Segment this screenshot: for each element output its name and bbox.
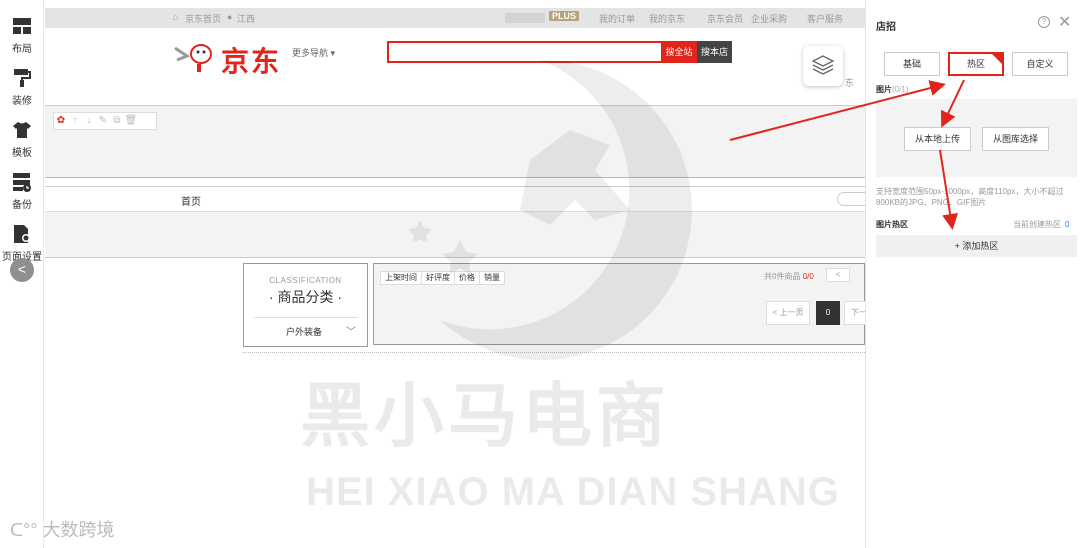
app-root: 布局 装修 模板 备份 页面设置 < ⌂ 京东首页 ● 江西 PLUS 我的订单 (0, 0, 1080, 548)
jd-dog-logo-icon (174, 44, 212, 72)
move-down-icon[interactable]: ↓ (82, 113, 96, 129)
topbar-link-enterprise[interactable]: 企业采购 (751, 12, 787, 25)
topbar-link-myjd[interactable]: 我的京东 (649, 12, 685, 25)
collapse-rail-button[interactable]: < (10, 258, 34, 282)
settings-panel: 店招 ? ✕ 基础 热区 自定义 图片(0/1) 从本地上传 从图库选择 支持宽… (865, 0, 1080, 548)
category-title-cn: · 商品分类 · (268, 289, 343, 305)
rail-item-label: 装修 (12, 96, 32, 107)
jd-home-link[interactable]: 京东首页 (185, 12, 221, 25)
topbar-link-service[interactable]: 客户服务 (807, 12, 843, 25)
shop-nav-bar: 首页 (45, 186, 865, 212)
tab-hotzone[interactable]: 热区 (948, 52, 1004, 76)
upload-library-button[interactable]: 从图库选择 (982, 127, 1050, 151)
sort-tabs: 上架时间 好评度 价格 销量 (380, 269, 505, 285)
search-input[interactable] (387, 41, 663, 63)
close-icon[interactable]: ✕ (1058, 12, 1071, 32)
topbar-link-orders[interactable]: 我的订单 (599, 12, 635, 25)
image-section-label: 图片(0/1) (876, 84, 908, 95)
header-right-text: 东 (845, 78, 855, 88)
copy-icon[interactable]: ⧉ (110, 113, 124, 129)
tab-custom[interactable]: 自定义 (1012, 52, 1068, 76)
rail-item-label: 布局 (12, 44, 32, 55)
next-page-button[interactable]: 下一 (844, 301, 865, 325)
panel-title: 店招 (876, 22, 896, 33)
tab-basic[interactable]: 基础 (884, 52, 940, 76)
help-icon[interactable]: ? (1038, 16, 1050, 28)
nav-toggle-pill[interactable] (837, 192, 865, 206)
blurred-username (505, 13, 545, 23)
rail-item-template[interactable]: 模板 (0, 120, 44, 159)
banner-module-placeholder[interactable] (45, 212, 865, 258)
more-nav-dropdown[interactable]: 更多导航 ▾ (292, 46, 335, 59)
product-count-label: 共0件商品 (764, 272, 801, 281)
add-hotzone-button[interactable]: + 添加热区 (876, 235, 1077, 257)
upload-note: 支持宽度范围50px-1000px，高度110px，大小不超过800KB的JPG… (876, 187, 1064, 207)
plus-badge[interactable]: PLUS (549, 11, 580, 21)
category-item[interactable]: 户外装备 (286, 325, 322, 338)
active-tab-corner (991, 53, 1003, 65)
upload-local-button[interactable]: 从本地上传 (904, 127, 972, 151)
jd-top-bar: ⌂ 京东首页 ● 江西 PLUS 我的订单 我的京东 京东会员 企业采购 客户服… (45, 8, 865, 28)
chevron-down-icon[interactable]: ﹀ (346, 323, 356, 338)
shirt-icon (13, 122, 31, 138)
product-list-module: 上架时间 好评度 价格 销量 共0件商品 0/0 < < 上一页 0 下一 (373, 263, 865, 345)
image-label: 图片 (876, 85, 892, 94)
product-count: 共0件商品 0/0 (764, 271, 814, 282)
category-title-en: CLASSIFICATION (269, 276, 342, 285)
nav-home-link[interactable]: 首页 (181, 193, 201, 208)
jd-logo-text: 京东 (221, 45, 282, 78)
shop-sign-module[interactable]: ✿ ↑ ↓ ✎ ⧉ 🗑 (45, 105, 865, 178)
rail-item-label: 备份 (12, 200, 32, 211)
image-count-hint: (0/1) (892, 85, 909, 94)
sort-tab-newest[interactable]: 上架时间 (380, 271, 422, 285)
layers-button[interactable] (803, 46, 843, 86)
move-up-icon[interactable]: ↑ (68, 113, 82, 129)
shop-canvas: ⌂ 京东首页 ● 江西 PLUS 我的订单 我的京东 京东会员 企业采购 客户服… (45, 0, 865, 548)
paint-roller-icon (14, 69, 31, 87)
edit-icon[interactable]: ✎ (96, 113, 110, 129)
home-icon: ⌂ (173, 12, 179, 22)
page-settings-icon (14, 225, 30, 243)
prev-page-button[interactable]: < 上一页 (766, 301, 810, 325)
rail-item-label: 模板 (12, 148, 32, 159)
prev-page-mini-button[interactable]: < (826, 268, 850, 282)
module-boundary (243, 352, 865, 353)
rail-item-decorate[interactable]: 装修 (0, 68, 44, 107)
module-settings-icon[interactable]: ✿ (54, 113, 68, 129)
search-all-button[interactable]: 搜全站 (661, 41, 697, 63)
sort-tab-sales[interactable]: 销量 (479, 271, 505, 285)
shop-header: 京东 更多导航 ▾ 搜全站 搜本店 东 (45, 28, 865, 104)
rail-item-backup[interactable]: 备份 (0, 172, 44, 211)
module-toolbar: ✿ ↑ ↓ ✎ ⧉ 🗑 (53, 112, 157, 130)
location-label[interactable]: 江西 (237, 12, 255, 25)
tab-hotzone-label: 热区 (966, 59, 985, 69)
category-module: CLASSIFICATION · 商品分类 · 户外装备 ﹀ (243, 263, 368, 347)
hotzone-count-label: 当前创建热区 (1013, 220, 1061, 229)
hotzone-count-value: 0 (1065, 220, 1070, 229)
current-page[interactable]: 0 (816, 301, 840, 325)
left-tool-rail: 布局 装修 模板 备份 页面设置 < (0, 0, 44, 548)
topbar-link-member[interactable]: 京东会员 (707, 12, 743, 25)
page-ratio: 0/0 (802, 272, 814, 281)
location-pin-icon: ● (227, 12, 233, 22)
layout-icon (13, 18, 31, 34)
hotzone-count: 当前创建热区 0 (1013, 219, 1069, 230)
hotzone-section-label: 图片热区 (876, 220, 908, 229)
sort-tab-price[interactable]: 价格 (454, 271, 480, 285)
search-shop-button[interactable]: 搜本店 (697, 41, 732, 63)
layers-icon (811, 55, 835, 75)
delete-icon[interactable]: 🗑 (124, 113, 138, 129)
rail-item-layout[interactable]: 布局 (0, 16, 44, 55)
sort-tab-rating[interactable]: 好评度 (421, 271, 455, 285)
backup-icon (13, 173, 31, 192)
image-upload-area: 从本地上传 从图库选择 (876, 99, 1077, 177)
divider (254, 317, 358, 318)
